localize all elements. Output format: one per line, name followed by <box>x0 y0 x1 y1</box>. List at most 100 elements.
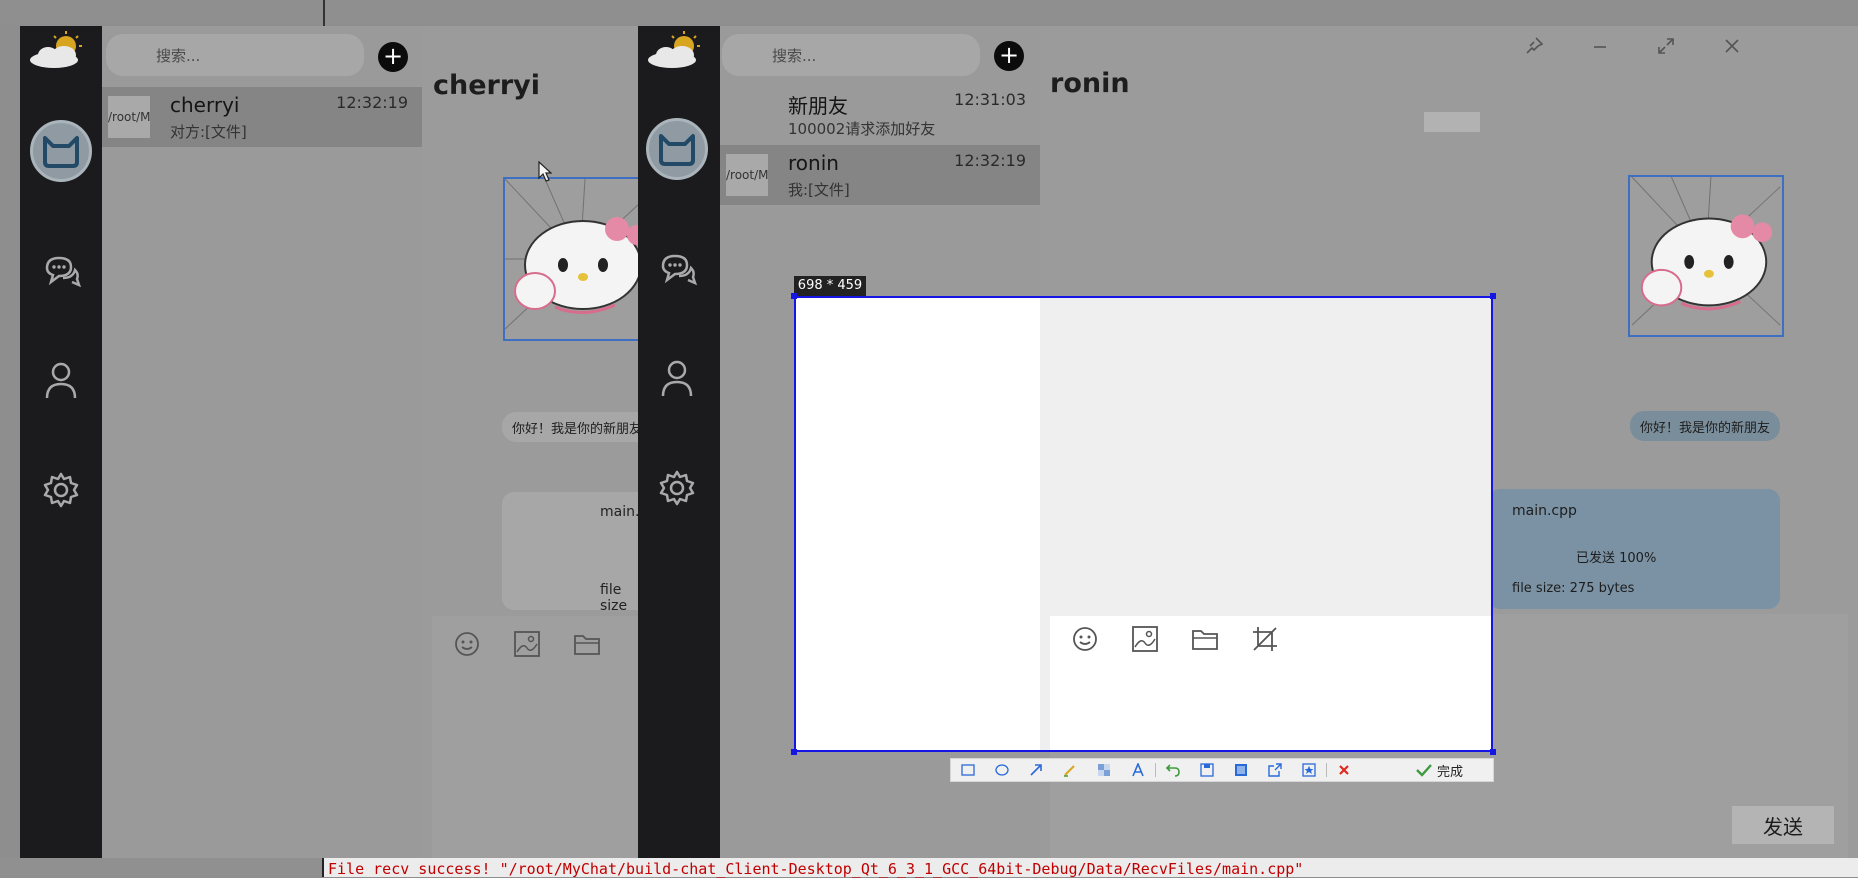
capture-size-label: 698 * 459 <box>794 276 866 296</box>
left-composer[interactable] <box>432 616 640 858</box>
session-item-cherryi[interactable]: /root/M cherryi 12:32:19 对方:[文件] <box>102 87 422 147</box>
send-button[interactable]: 发送 <box>1732 806 1834 844</box>
capture-selection[interactable] <box>794 296 1493 752</box>
cat-avatar-icon <box>43 136 79 168</box>
pen-icon <box>1064 765 1075 777</box>
capture-toolbar: 完成 <box>950 758 1494 782</box>
capture-handle[interactable] <box>791 293 797 299</box>
settings-nav-icon[interactable] <box>655 466 699 510</box>
copy-icon <box>1235 764 1247 776</box>
crop-icon <box>1250 624 1280 654</box>
ellipse-icon <box>995 764 1009 776</box>
cancel-icon <box>1339 765 1349 775</box>
mosaic-icon <box>1098 764 1110 776</box>
settings-nav-icon[interactable] <box>39 468 83 512</box>
session-time: 12:31:03 <box>954 90 1026 109</box>
session-item-ronin[interactable]: /root/M ronin 12:32:19 我:[文件] <box>720 145 1040 205</box>
capture-handle[interactable] <box>1490 293 1496 299</box>
captured-chat-region <box>1040 298 1491 616</box>
maximize-button[interactable] <box>1646 26 1686 66</box>
right-file-status: 已发送 100% <box>1576 551 1657 566</box>
session-thumb: /root/M <box>108 96 150 138</box>
capture-handle[interactable] <box>791 749 797 755</box>
left-session-panel: 搜索... + /root/M cherryi 12:32:19 对方:[文件] <box>102 26 422 858</box>
close-icon <box>1725 39 1739 53</box>
session-preview: 100002请求添加好友 <box>788 120 936 138</box>
right-chat-title: ronin <box>1050 68 1130 99</box>
folder-icon[interactable] <box>572 629 602 659</box>
right-search-input[interactable]: 搜索... <box>722 34 980 76</box>
right-add-button[interactable]: + <box>994 41 1024 71</box>
image-icon <box>1130 624 1160 654</box>
arrow-tool[interactable] <box>1019 759 1053 781</box>
left-file-name: main.c <box>600 504 640 520</box>
weather-logo-icon <box>26 30 92 74</box>
emoji-icon[interactable] <box>452 629 482 659</box>
captured-composer <box>1050 616 1491 750</box>
pin-tool[interactable] <box>1292 759 1326 781</box>
captured-gap <box>1040 616 1050 750</box>
right-file-message[interactable]: main.cpp 已发送 100% file size: 275 bytes <box>1488 489 1780 609</box>
close-button[interactable] <box>1712 26 1752 66</box>
hello-kitty-image <box>1631 177 1781 326</box>
left-text-bubble: 你好！我是你的新朋友 <box>502 412 640 442</box>
session-thumb: /root/M <box>726 154 768 196</box>
share-tool[interactable] <box>1258 759 1292 781</box>
chat-window-left: 搜索... + /root/M cherryi 12:32:19 对方:[文件]… <box>20 26 640 858</box>
left-search-input[interactable]: 搜索... <box>106 34 364 76</box>
session-preview: 对方:[文件] <box>170 123 247 141</box>
left-add-button[interactable]: + <box>378 42 408 72</box>
image-icon[interactable] <box>512 629 542 659</box>
right-text-bubble: 你好！我是你的新朋友 <box>1630 411 1780 441</box>
desktop-divider <box>323 0 325 26</box>
right-file-name: main.cpp <box>1512 503 1577 519</box>
text-tool[interactable] <box>1121 759 1155 781</box>
capture-handle[interactable] <box>1490 749 1496 755</box>
minimize-icon <box>1594 46 1606 48</box>
session-item-new-friend[interactable]: 新朋友 12:31:03 100002请求添加好友 <box>720 84 1040 144</box>
check-icon <box>1416 764 1432 777</box>
left-chat-area: cherryi 你好！我是你的新朋友 main.c file size <box>422 26 640 858</box>
emoji-icon <box>1070 624 1100 654</box>
contacts-nav-icon[interactable] <box>655 356 699 400</box>
pen-tool[interactable] <box>1053 759 1087 781</box>
contacts-nav-icon[interactable] <box>39 358 83 402</box>
user-avatar[interactable] <box>30 120 92 182</box>
user-avatar[interactable] <box>646 118 708 180</box>
pin-window-button[interactable] <box>1514 26 1554 66</box>
share-icon <box>1268 763 1282 777</box>
right-image-message[interactable] <box>1628 175 1784 337</box>
left-image-message[interactable] <box>503 177 640 341</box>
finish-button[interactable]: 完成 <box>1416 761 1463 780</box>
save-icon <box>1200 763 1214 777</box>
left-file-size: file size <box>600 582 628 614</box>
console-text: File recv success! "/root/MyChat/build-c… <box>328 860 1304 878</box>
captured-list-region <box>796 298 1040 750</box>
cancel-tool[interactable] <box>1327 759 1361 781</box>
folder-icon <box>1190 624 1220 654</box>
chat-nav-icon[interactable] <box>39 248 83 292</box>
desktop-top-strip <box>0 0 1858 24</box>
session-name: 新朋友 <box>788 94 848 118</box>
undo-tool[interactable] <box>1156 759 1190 781</box>
copy-tool[interactable] <box>1224 759 1258 781</box>
session-name: cherryi <box>170 93 240 117</box>
mosaic-tool[interactable] <box>1087 759 1121 781</box>
left-chat-title: cherryi <box>433 70 541 101</box>
right-file-size: file size: 275 bytes <box>1512 581 1635 596</box>
rectangle-icon <box>961 764 975 776</box>
chat-nav-icon[interactable] <box>655 246 699 290</box>
hello-kitty-image <box>505 179 640 330</box>
session-time: 12:32:19 <box>954 151 1026 170</box>
undo-icon <box>1166 764 1180 777</box>
pin-icon <box>1526 37 1544 54</box>
rectangle-tool[interactable] <box>951 759 985 781</box>
ellipse-tool[interactable] <box>985 759 1019 781</box>
pin-icon <box>1302 763 1316 777</box>
session-preview: 我:[文件] <box>788 181 850 199</box>
minimize-button[interactable] <box>1580 26 1620 66</box>
left-file-message[interactable]: main.c file size <box>502 492 640 614</box>
save-tool[interactable] <box>1190 759 1224 781</box>
finish-label: 完成 <box>1436 764 1463 780</box>
left-sidebar <box>20 26 102 858</box>
